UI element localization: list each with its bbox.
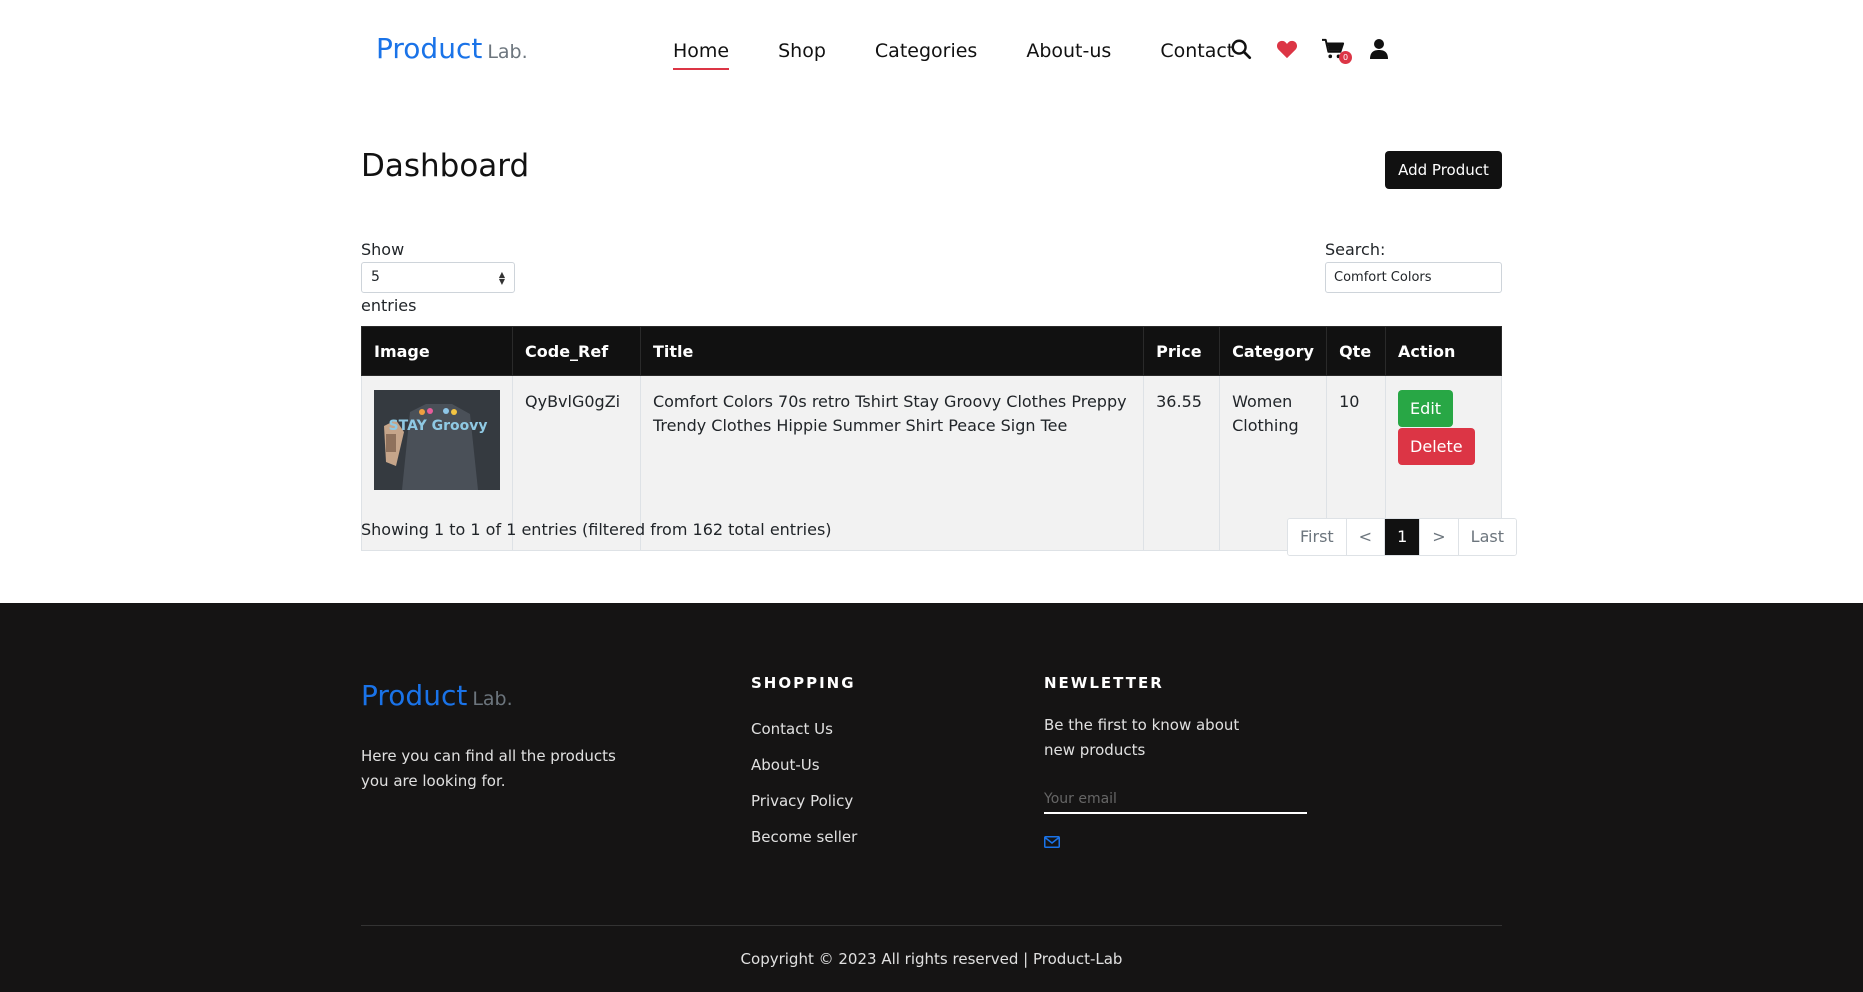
add-product-button[interactable]: Add Product [1385,151,1502,189]
delete-button[interactable]: Delete [1398,428,1475,465]
search-icon[interactable] [1228,36,1254,62]
entries-length-select[interactable]: 5 ▲ ▼ [361,262,515,293]
heart-icon[interactable] [1274,36,1300,62]
nav-categories[interactable]: Categories [875,40,977,62]
column-header-qte[interactable]: Qte [1326,326,1387,376]
newsletter-email-input[interactable] [1044,786,1307,814]
page-prev-button[interactable]: < [1346,519,1386,555]
page-next-button[interactable]: > [1420,519,1459,555]
entries-label: entries [361,296,417,315]
column-header-category[interactable]: Category [1219,326,1328,376]
nav-icons: 0 [1228,36,1412,64]
product-thumbnail: STAY Groovy [374,390,500,490]
brand-name: Product [376,32,483,65]
footer-brand-suffix: Lab. [472,688,513,710]
column-header-image[interactable]: Image [361,326,513,376]
footer-brand-name: Product [361,679,468,712]
thumbnail-text-stay: STAY Groovy [389,418,488,434]
select-arrows-icon: ▲ ▼ [498,270,505,286]
footer-copyright: Copyright © 2023 All rights reserved | P… [740,950,1123,968]
user-icon[interactable] [1366,36,1392,62]
footer-brand-logo[interactable]: Product Lab. [361,679,513,712]
edit-button[interactable]: Edit [1398,390,1454,427]
footer-newsletter-text: Be the first to know about new products [1044,716,1240,759]
nav-about-us[interactable]: About-us [1026,40,1111,62]
footer-description: Here you can find all the products you a… [361,747,616,790]
navbar: Product Lab. Home Shop Categories About-… [0,0,1863,100]
footer-newsletter-heading: NEWLETTER [1044,674,1164,692]
table-header-row: Image Code_Ref Title Price Category Qte … [361,326,1502,376]
cell-price: 36.55 [1143,375,1221,551]
footer-link-about-us[interactable]: About-Us [751,756,857,792]
entries-show-label: Show [361,240,405,259]
column-header-action[interactable]: Action [1385,326,1502,376]
cart-icon[interactable]: 0 [1320,36,1352,64]
brand-suffix: Lab. [487,41,528,63]
page-1-button[interactable]: 1 [1385,519,1421,555]
nav-home[interactable]: Home [673,40,730,70]
entries-length-value: 5 [371,269,380,285]
search-label: Search: [1325,240,1386,259]
nav-contact[interactable]: Contact [1160,40,1234,62]
footer-shopping-heading: SHOPPING [751,674,856,692]
footer-link-become-seller[interactable]: Become seller [751,828,857,864]
footer-divider [361,925,1502,926]
page-first-button[interactable]: First [1288,519,1347,555]
page-title: Dashboard [361,148,530,184]
column-header-title[interactable]: Title [639,326,1145,376]
footer-link-privacy-policy[interactable]: Privacy Policy [751,792,857,828]
footer-shopping-links: Contact Us About-Us Privacy Policy Becom… [751,720,857,864]
footer-link-contact-us[interactable]: Contact Us [751,720,857,756]
table-info: Showing 1 to 1 of 1 entries (filtered fr… [361,520,832,539]
cart-count-badge: 0 [1339,51,1352,64]
nav-shop[interactable]: Shop [778,40,826,62]
page-last-button[interactable]: Last [1458,519,1516,555]
pagination: First < 1 > Last [1287,518,1517,556]
footer: Product Lab. Here you can find all the p… [0,603,1863,992]
main-nav: Home Shop Categories About-us Contact [673,40,1283,70]
envelope-icon[interactable] [1044,836,1060,848]
search-input[interactable] [1325,262,1502,293]
column-header-code-ref[interactable]: Code_Ref [512,326,641,376]
brand-logo[interactable]: Product Lab. [376,32,528,65]
column-header-price[interactable]: Price [1143,326,1221,376]
